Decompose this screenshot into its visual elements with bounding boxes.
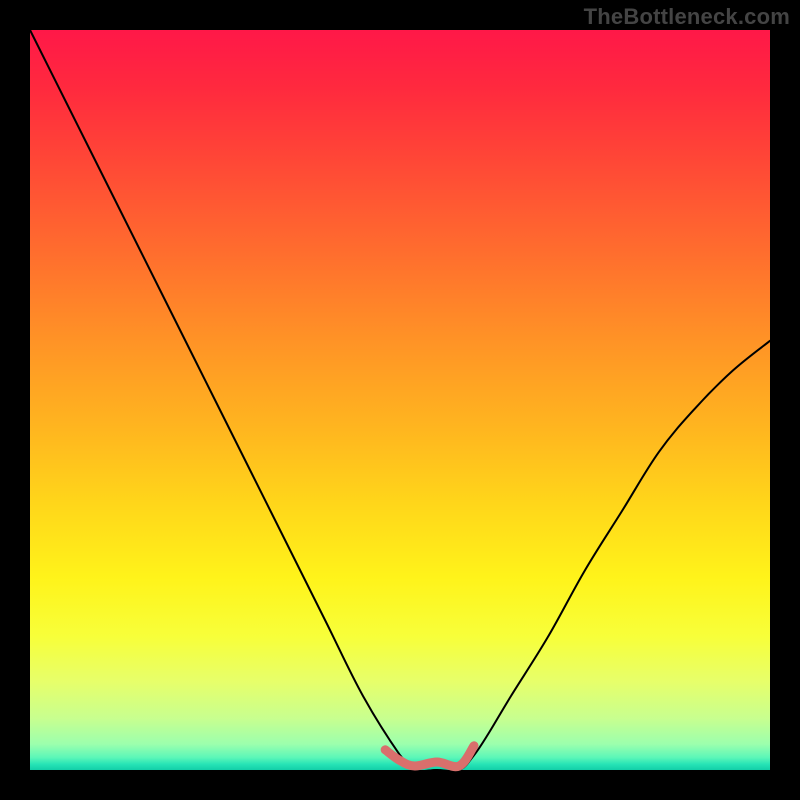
valley-marker [385, 746, 474, 767]
curve-svg [30, 30, 770, 770]
chart-frame: TheBottleneck.com [0, 0, 800, 800]
watermark-text: TheBottleneck.com [584, 4, 790, 30]
plot-area [30, 30, 770, 770]
curve-right [400, 341, 770, 771]
curve-left [30, 30, 437, 771]
